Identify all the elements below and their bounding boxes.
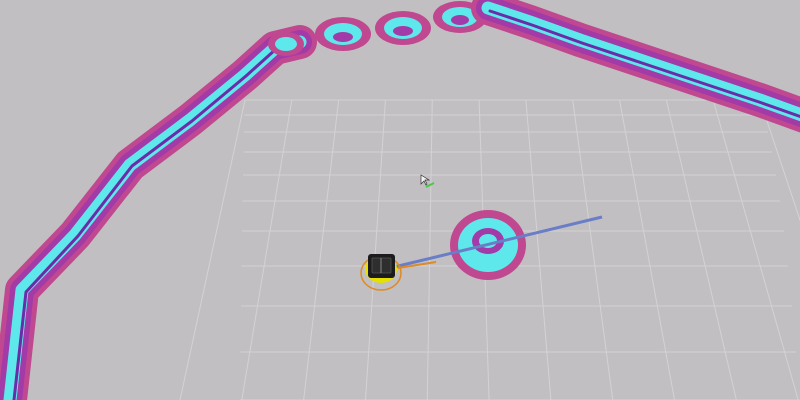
- rviz-3d-viewport[interactable]: [0, 0, 800, 400]
- scene-canvas[interactable]: [0, 0, 800, 400]
